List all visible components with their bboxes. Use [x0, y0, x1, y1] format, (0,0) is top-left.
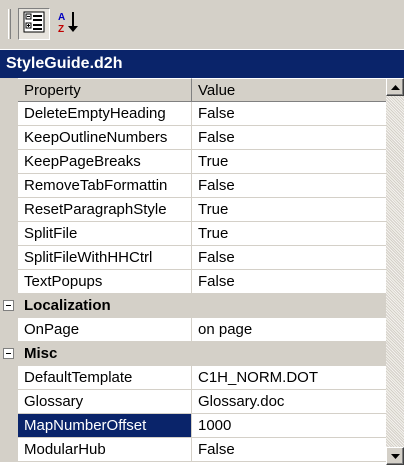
- property-value[interactable]: False: [192, 102, 386, 126]
- toolbar: A Z: [0, 0, 404, 50]
- row-margin: [0, 294, 18, 318]
- property-value[interactable]: False: [192, 438, 386, 462]
- property-name[interactable]: Glossary: [18, 390, 192, 414]
- row-margin: [0, 102, 18, 126]
- property-name[interactable]: ResetParagraphStyle: [18, 198, 192, 222]
- row-margin: [0, 126, 18, 150]
- property-name[interactable]: DeleteEmptyHeading: [18, 102, 192, 126]
- arrow-up-icon: [390, 78, 400, 96]
- property-value[interactable]: False: [192, 126, 386, 150]
- property-value[interactable]: False: [192, 270, 386, 294]
- header-value[interactable]: Value: [192, 78, 386, 102]
- property-row[interactable]: ModularHub False: [0, 438, 386, 462]
- collapse-icon[interactable]: [3, 300, 14, 311]
- header-property[interactable]: Property: [18, 78, 192, 102]
- property-value[interactable]: 1000: [192, 414, 386, 438]
- property-name[interactable]: SplitFile: [18, 222, 192, 246]
- property-row[interactable]: SplitFile True: [0, 222, 386, 246]
- row-margin: [0, 270, 18, 294]
- property-value[interactable]: Glossary.doc: [192, 390, 386, 414]
- property-grid-window: A Z StyleGuide.d2h Property Value Delete…: [0, 0, 404, 465]
- property-row[interactable]: ResetParagraphStyle True: [0, 198, 386, 222]
- scroll-up-button[interactable]: [386, 78, 404, 96]
- category-value-blank: [192, 342, 386, 366]
- category-row[interactable]: Misc: [0, 342, 386, 366]
- property-grid[interactable]: Property Value DeleteEmptyHeading False Ke…: [0, 78, 386, 465]
- property-row[interactable]: DeleteEmptyHeading False: [0, 102, 386, 126]
- grid-header-row: Property Value: [0, 78, 386, 102]
- collapse-icon[interactable]: [3, 348, 14, 359]
- property-name[interactable]: DefaultTemplate: [18, 366, 192, 390]
- row-margin: [0, 150, 18, 174]
- property-row[interactable]: DefaultTemplate C1H_NORM.DOT: [0, 366, 386, 390]
- scroll-down-button[interactable]: [386, 447, 404, 465]
- property-value[interactable]: on page: [192, 318, 386, 342]
- row-margin: [0, 414, 18, 438]
- object-title-bar: StyleGuide.d2h: [0, 50, 404, 78]
- row-margin: [0, 222, 18, 246]
- row-margin: [0, 246, 18, 270]
- header-margin: [0, 78, 18, 102]
- alphabetical-sort-icon: A Z: [57, 10, 79, 39]
- property-value[interactable]: False: [192, 246, 386, 270]
- property-row[interactable]: OnPage on page: [0, 318, 386, 342]
- category-label[interactable]: Misc: [18, 342, 192, 366]
- categorized-view-icon: [23, 11, 45, 38]
- category-label[interactable]: Localization: [18, 294, 192, 318]
- row-margin: [0, 174, 18, 198]
- property-row[interactable]: KeepOutlineNumbers False: [0, 126, 386, 150]
- property-row[interactable]: KeepPageBreaks True: [0, 150, 386, 174]
- property-name[interactable]: MapNumberOffset: [18, 414, 192, 438]
- row-margin: [0, 198, 18, 222]
- svg-text:A: A: [58, 12, 65, 23]
- property-value[interactable]: True: [192, 222, 386, 246]
- row-margin: [0, 390, 18, 414]
- property-value[interactable]: False: [192, 174, 386, 198]
- toolbar-grip[interactable]: [8, 9, 11, 39]
- row-margin: [0, 366, 18, 390]
- property-row[interactable]: MapNumberOffset 1000: [0, 414, 386, 438]
- property-value[interactable]: C1H_NORM.DOT: [192, 366, 386, 390]
- property-row[interactable]: RemoveTabFormattin False: [0, 174, 386, 198]
- property-name[interactable]: RemoveTabFormattin: [18, 174, 192, 198]
- row-margin: [0, 318, 18, 342]
- svg-text:Z: Z: [58, 24, 64, 34]
- arrow-down-icon: [390, 447, 400, 465]
- property-name[interactable]: KeepPageBreaks: [18, 150, 192, 174]
- property-name[interactable]: KeepOutlineNumbers: [18, 126, 192, 150]
- alphabetical-sort-button[interactable]: A Z: [52, 8, 84, 40]
- property-value[interactable]: True: [192, 150, 386, 174]
- property-row[interactable]: SplitFileWithHHCtrl False: [0, 246, 386, 270]
- property-name[interactable]: SplitFileWithHHCtrl: [18, 246, 192, 270]
- object-title: StyleGuide.d2h: [6, 55, 123, 72]
- row-margin: [0, 342, 18, 366]
- category-value-blank: [192, 294, 386, 318]
- vertical-scrollbar[interactable]: [386, 78, 404, 465]
- property-row[interactable]: Glossary Glossary.doc: [0, 390, 386, 414]
- row-margin: [0, 438, 18, 462]
- property-name[interactable]: ModularHub: [18, 438, 192, 462]
- categorized-view-button[interactable]: [18, 8, 50, 40]
- property-value[interactable]: True: [192, 198, 386, 222]
- property-name[interactable]: OnPage: [18, 318, 192, 342]
- property-row[interactable]: TextPopups False: [0, 270, 386, 294]
- category-row[interactable]: Localization: [0, 294, 386, 318]
- property-name[interactable]: TextPopups: [18, 270, 192, 294]
